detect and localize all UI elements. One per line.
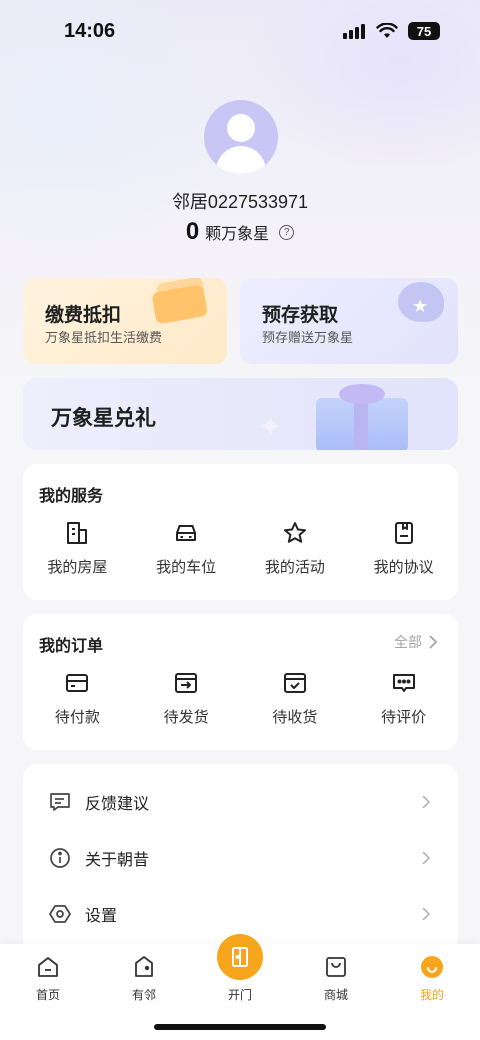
home-icon (38, 957, 58, 977)
promo-card-prepay-reward[interactable]: ★ 预存获取 预存赠送万象星 (240, 278, 458, 364)
gift-bow-icon (339, 384, 385, 404)
stars-summary: 0 颗万象星 ? (0, 218, 480, 246)
order-pending-review[interactable]: 待评价 (349, 670, 458, 727)
order-label: 待评价 (381, 709, 427, 726)
card-icon (66, 674, 89, 692)
promo-card-payment-deduction[interactable]: 缴费抵扣 万象星抵扣生活缴费 (23, 278, 227, 364)
orders-card: 我的订单 全部 待付款 待发货 待收货 待评价 (23, 614, 458, 750)
avatar-body (216, 146, 266, 174)
service-label: 我的房屋 (47, 559, 108, 576)
service-label: 我的活动 (264, 559, 325, 576)
menu-label: 设置 (85, 908, 118, 925)
service-my-parking[interactable]: 我的车位 (132, 520, 241, 577)
info-icon (50, 848, 70, 868)
status-bar: 14:06 75 (0, 0, 480, 64)
chevron-right-icon (422, 796, 431, 808)
promo-title: 预存获取 (262, 305, 339, 326)
status-time: 14:06 (64, 20, 116, 42)
service-label: 我的协议 (373, 559, 434, 576)
service-my-activities[interactable]: 我的活动 (241, 520, 350, 577)
ship-box-icon (175, 673, 198, 693)
feedback-icon (50, 793, 70, 811)
document-icon (394, 522, 413, 544)
section-title: 我的服务 (39, 488, 104, 505)
star-exchange-banner[interactable]: ✦ 万象星兑礼 (23, 378, 458, 450)
view-all-label: 全部 (394, 634, 422, 650)
menu-label: 反馈建议 (85, 796, 150, 813)
orders-grid: 待付款 待发货 待收货 待评价 (23, 670, 458, 727)
banner-title: 万象星兑礼 (51, 407, 156, 430)
service-label: 我的车位 (156, 559, 217, 576)
car-icon (176, 525, 197, 541)
order-pending-payment[interactable]: 待付款 (23, 670, 132, 727)
profile-icon (421, 956, 443, 978)
star-icon (283, 522, 306, 543)
settings-menu-card: 反馈建议 关于朝昔 设置 (23, 764, 458, 954)
avatar-head (227, 114, 255, 142)
receive-box-icon (283, 673, 306, 693)
stars-count: 0 (185, 218, 200, 245)
order-pending-receipt[interactable]: 待收货 (241, 670, 350, 727)
view-all-orders-link[interactable]: 全部 (394, 632, 438, 652)
star-bubble-icon: ★ (392, 282, 450, 328)
open-door-button[interactable] (217, 934, 263, 980)
neighbor-icon (135, 956, 153, 977)
service-my-agreements[interactable]: 我的协议 (349, 520, 458, 577)
door-icon (232, 947, 248, 967)
services-grid: 我的房屋 我的车位 我的活动 我的协议 (23, 520, 458, 577)
wifi-icon (376, 23, 398, 38)
settings-icon (49, 905, 71, 923)
service-my-house[interactable]: 我的房屋 (23, 520, 132, 577)
username: 邻居0227533971 (171, 192, 309, 212)
nav-profile[interactable]: 我的 (384, 954, 480, 1003)
nav-label: 商城 (323, 988, 348, 1002)
promo-subtitle: 万象星抵扣生活缴费 (45, 330, 163, 345)
gift-box-icon (316, 398, 408, 450)
avatar[interactable] (204, 100, 278, 174)
section-title: 我的订单 (39, 638, 104, 655)
nav-label: 我的 (419, 988, 444, 1002)
stars-label: 颗万象星 (205, 226, 270, 243)
help-icon[interactable]: ? (279, 224, 295, 240)
nav-shop[interactable]: 商城 (288, 954, 384, 1003)
signal-icon (343, 24, 365, 39)
order-label: 待付款 (54, 709, 100, 726)
services-card: 我的服务 我的房屋 我的车位 我的活动 我的协议 (23, 464, 458, 600)
order-label: 待发货 (163, 709, 209, 726)
menu-label: 关于朝昔 (85, 852, 150, 869)
menu-item-feedback[interactable]: 反馈建议 (23, 774, 458, 830)
chevron-right-icon (422, 852, 431, 864)
shop-icon (326, 957, 346, 977)
menu-item-about[interactable]: 关于朝昔 (23, 830, 458, 886)
comment-icon (392, 674, 415, 692)
status-icons: 75 (342, 22, 440, 40)
building-icon (67, 522, 88, 544)
home-indicator (154, 1024, 326, 1030)
order-label: 待收货 (272, 709, 318, 726)
chevron-right-icon (422, 908, 431, 920)
wallet-icon (150, 278, 213, 327)
battery-indicator: 75 (408, 22, 440, 40)
promo-title: 缴费抵扣 (45, 305, 122, 326)
chevron-right-icon (429, 635, 438, 649)
promo-subtitle: 预存赠送万象星 (262, 330, 354, 345)
order-pending-shipment[interactable]: 待发货 (132, 670, 241, 727)
sparkle-icon: ✦ (258, 411, 284, 444)
